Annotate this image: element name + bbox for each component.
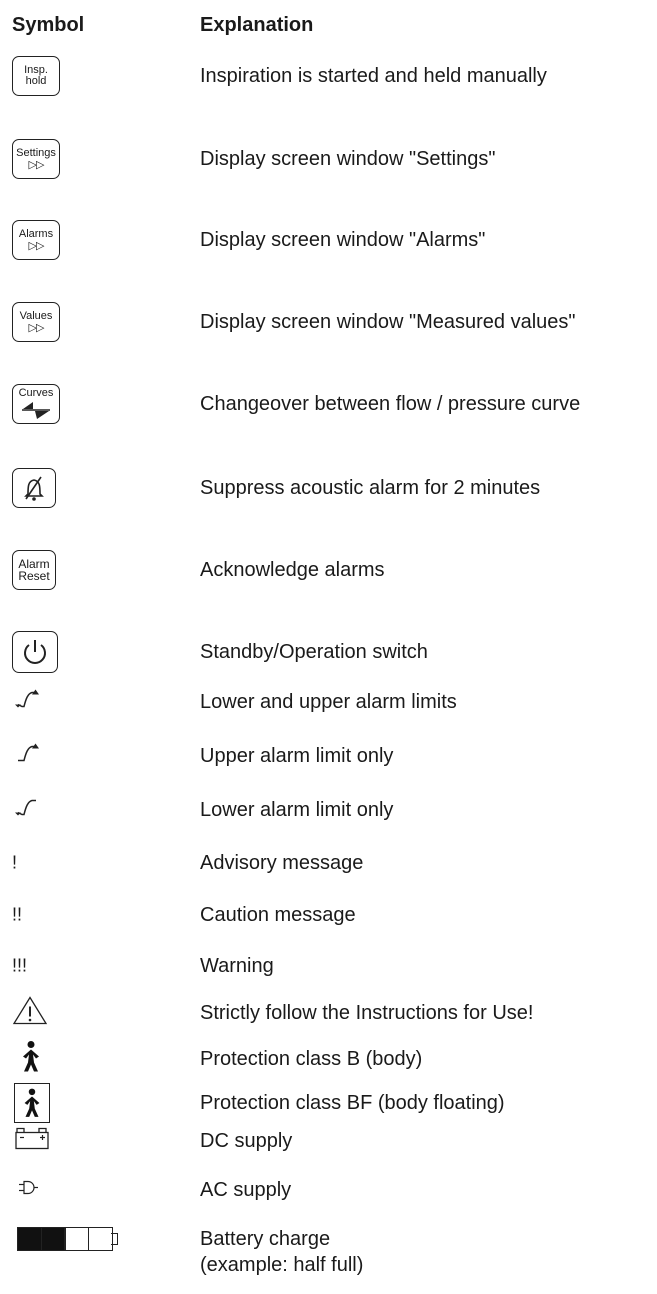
row-explanation: Display screen window "Settings" [200, 148, 496, 170]
row-explanation: Standby/Operation switch [200, 641, 428, 663]
insp-hold-key-icon: Insp. hold [12, 56, 60, 96]
row-explanation: Display screen window "Alarms" [200, 229, 486, 251]
battery-terminal [111, 1233, 118, 1245]
power-standby-icon [12, 631, 58, 673]
settings-key-icon: Settings ▷▷ [12, 139, 60, 179]
row-explanation: Advisory message [200, 852, 364, 874]
row-explanation: AC supply [200, 1179, 292, 1201]
symbol-column-header: Symbol [12, 14, 85, 36]
advisory-icon: ! [12, 852, 18, 873]
battery-cell [17, 1227, 42, 1251]
body-floating-bf-icon [14, 1083, 50, 1123]
row-explanation: Acknowledge alarms [200, 559, 385, 581]
alarms-key-icon: Alarms ▷▷ [12, 220, 60, 260]
body-type-b-icon [17, 1041, 45, 1078]
row-explanation-line: (example: half full) [200, 1254, 364, 1276]
row-explanation: Lower and upper alarm limits [200, 691, 457, 713]
warning-icon: !!! [12, 955, 28, 976]
row-explanation-line: Battery charge [200, 1228, 331, 1250]
row-explanation: Changeover between flow / pressure curve [200, 393, 581, 415]
row-explanation: Display screen window "Measured values" [200, 311, 576, 333]
alarm-reset-key-icon: Alarm Reset [12, 550, 56, 590]
row-explanation: DC supply [200, 1130, 293, 1152]
battery-cell [87, 1227, 113, 1251]
lower-upper-alarm-limit-icon [12, 689, 42, 716]
battery-cell [64, 1227, 89, 1251]
row-explanation: Protection class B (body) [200, 1048, 423, 1070]
row-explanation: Strictly follow the Instructions for Use… [200, 1002, 534, 1024]
values-key-icon: Values ▷▷ [12, 302, 60, 342]
lower-alarm-limit-icon [12, 797, 42, 824]
row-explanation: Caution message [200, 904, 356, 926]
row-explanation: Inspiration is started and held manually [200, 65, 547, 87]
row-explanation: Battery charge (example: half full) [200, 1226, 363, 1278]
alarm-silence-key-icon [12, 468, 56, 508]
row-explanation: Warning [200, 955, 274, 977]
explanation-column-header: Explanation [200, 14, 314, 36]
curves-key-icon: Curves [12, 384, 60, 424]
attention-triangle-icon [12, 996, 48, 1031]
row-explanation: Suppress acoustic alarm for 2 minutes [200, 477, 541, 499]
ac-plug-icon [18, 1180, 46, 1201]
row-explanation: Lower alarm limit only [200, 799, 394, 821]
row-explanation: Protection class BF (body floating) [200, 1092, 505, 1114]
battery-cell [40, 1227, 66, 1251]
row-explanation: Upper alarm limit only [200, 745, 394, 767]
caution-icon: !! [12, 904, 23, 925]
dc-battery-icon [15, 1127, 51, 1155]
upper-alarm-limit-icon [12, 743, 42, 770]
battery-charge-icon [17, 1227, 118, 1251]
